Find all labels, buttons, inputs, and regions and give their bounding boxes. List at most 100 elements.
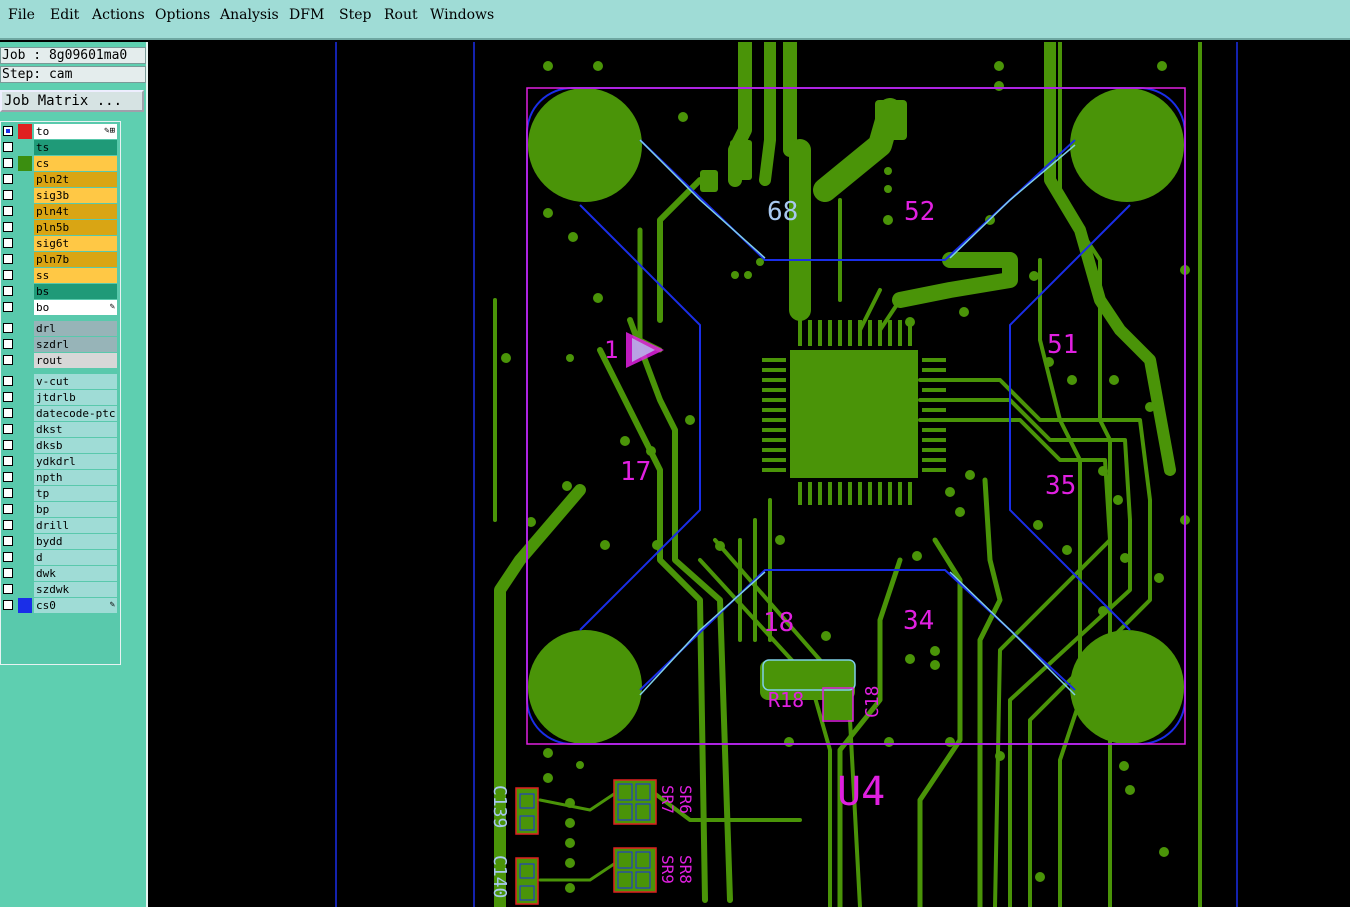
layer-name[interactable]: sig3b (34, 188, 117, 203)
layer-checkbox[interactable] (3, 206, 13, 216)
layer-checkbox[interactable] (3, 568, 13, 578)
layer-color-swatch[interactable] (18, 321, 32, 336)
layer-row-v-cut[interactable]: v-cut (1, 374, 119, 389)
layer-checkbox[interactable] (3, 355, 13, 365)
layer-row-pln2t[interactable]: pln2t (1, 172, 119, 187)
menu-step[interactable]: Step (339, 7, 371, 23)
layer-color-swatch[interactable] (18, 220, 32, 235)
layer-checkbox[interactable] (3, 323, 13, 333)
layer-name[interactable]: rout (34, 353, 117, 368)
layer-name[interactable]: pln7b (34, 252, 117, 267)
layer-name[interactable]: v-cut (34, 374, 117, 389)
layer-row-ss[interactable]: ss (1, 268, 119, 283)
layer-color-swatch[interactable] (18, 390, 32, 405)
layer-color-swatch[interactable] (18, 268, 32, 283)
layer-checkbox[interactable] (3, 504, 13, 514)
layer-checkbox[interactable] (3, 158, 13, 168)
layer-checkbox[interactable] (3, 126, 13, 136)
layer-checkbox[interactable] (3, 270, 13, 280)
layer-row-bp[interactable]: bp (1, 502, 119, 517)
menu-file[interactable]: File (8, 7, 35, 23)
layer-checkbox[interactable] (3, 254, 13, 264)
layer-color-swatch[interactable] (18, 252, 32, 267)
layer-row-datecode-ptc[interactable]: datecode-ptc (1, 406, 119, 421)
layer-checkbox[interactable] (3, 440, 13, 450)
layer-color-swatch[interactable] (18, 188, 32, 203)
layer-name[interactable]: dwk (34, 566, 117, 581)
layer-color-swatch[interactable] (18, 582, 32, 597)
layer-row-drill[interactable]: drill (1, 518, 119, 533)
layer-color-swatch[interactable] (18, 156, 32, 171)
layer-row-d[interactable]: d (1, 550, 119, 565)
layer-row-pln4t[interactable]: pln4t (1, 204, 119, 219)
layer-color-swatch[interactable] (18, 470, 32, 485)
layer-color-swatch[interactable] (18, 204, 32, 219)
layer-checkbox[interactable] (3, 376, 13, 386)
layer-name[interactable]: pln4t (34, 204, 117, 219)
layer-color-swatch[interactable] (18, 422, 32, 437)
layer-checkbox[interactable] (3, 222, 13, 232)
layer-color-swatch[interactable] (18, 598, 32, 613)
graphics-canvas[interactable]: 68 52 1 51 17 35 18 34 U4 R18 C18 C139 C… (148, 42, 1350, 907)
layer-name[interactable]: ts (34, 140, 117, 155)
menu-edit[interactable]: Edit (50, 7, 79, 23)
menu-dfm[interactable]: DFM (289, 7, 324, 23)
layer-checkbox[interactable] (3, 424, 13, 434)
layer-checkbox[interactable] (3, 142, 13, 152)
layer-row-cs[interactable]: cs (1, 156, 119, 171)
layer-name[interactable]: ss (34, 268, 117, 283)
layer-color-swatch[interactable] (18, 454, 32, 469)
layer-row-ts[interactable]: ts (1, 140, 119, 155)
layer-checkbox[interactable] (3, 488, 13, 498)
layer-row-szdrl[interactable]: szdrl (1, 337, 119, 352)
layer-color-swatch[interactable] (18, 124, 32, 139)
layer-checkbox[interactable] (3, 302, 13, 312)
layer-name[interactable]: ydkdrl (34, 454, 117, 469)
layer-name[interactable]: pln5b (34, 220, 117, 235)
layer-name[interactable]: dksb (34, 438, 117, 453)
layer-name[interactable]: szdwk (34, 582, 117, 597)
layer-row-ydkdrl[interactable]: ydkdrl (1, 454, 119, 469)
layer-row-sig6t[interactable]: sig6t (1, 236, 119, 251)
layer-name[interactable]: bp (34, 502, 117, 517)
layer-row-sig3b[interactable]: sig3b (1, 188, 119, 203)
layer-row-dksb[interactable]: dksb (1, 438, 119, 453)
layer-name[interactable]: drl (34, 321, 117, 336)
layer-row-dwk[interactable]: dwk (1, 566, 119, 581)
layer-checkbox[interactable] (3, 190, 13, 200)
layer-row-npth[interactable]: npth (1, 470, 119, 485)
layer-color-swatch[interactable] (18, 406, 32, 421)
layer-checkbox[interactable] (3, 520, 13, 530)
layer-row-tp[interactable]: tp (1, 486, 119, 501)
layer-row-drl[interactable]: drl (1, 321, 119, 336)
layer-color-swatch[interactable] (18, 172, 32, 187)
layer-checkbox[interactable] (3, 339, 13, 349)
menu-options[interactable]: Options (155, 7, 210, 23)
job-matrix-button[interactable]: Job Matrix ... (0, 90, 144, 112)
layer-checkbox[interactable] (3, 456, 13, 466)
layer-checkbox[interactable] (3, 174, 13, 184)
layer-name[interactable]: bs (34, 284, 117, 299)
layer-name[interactable]: bydd (34, 534, 117, 549)
layer-row-rout[interactable]: rout (1, 353, 119, 368)
layer-checkbox[interactable] (3, 536, 13, 546)
layer-checkbox[interactable] (3, 238, 13, 248)
layer-color-swatch[interactable] (18, 140, 32, 155)
layer-name[interactable]: dkst (34, 422, 117, 437)
layer-checkbox[interactable] (3, 584, 13, 594)
layer-color-swatch[interactable] (18, 502, 32, 517)
layer-checkbox[interactable] (3, 552, 13, 562)
layer-checkbox[interactable] (3, 600, 13, 610)
layer-checkbox[interactable] (3, 286, 13, 296)
layer-name[interactable]: tp (34, 486, 117, 501)
layer-checkbox[interactable] (3, 392, 13, 402)
layer-color-swatch[interactable] (18, 438, 32, 453)
layer-color-swatch[interactable] (18, 566, 32, 581)
layer-color-swatch[interactable] (18, 337, 32, 352)
layer-name[interactable]: d (34, 550, 117, 565)
layer-color-swatch[interactable] (18, 236, 32, 251)
layer-name[interactable]: drill (34, 518, 117, 533)
layer-name[interactable]: bo ✎ (34, 300, 117, 315)
layer-color-swatch[interactable] (18, 374, 32, 389)
layer-name[interactable]: sig6t (34, 236, 117, 251)
